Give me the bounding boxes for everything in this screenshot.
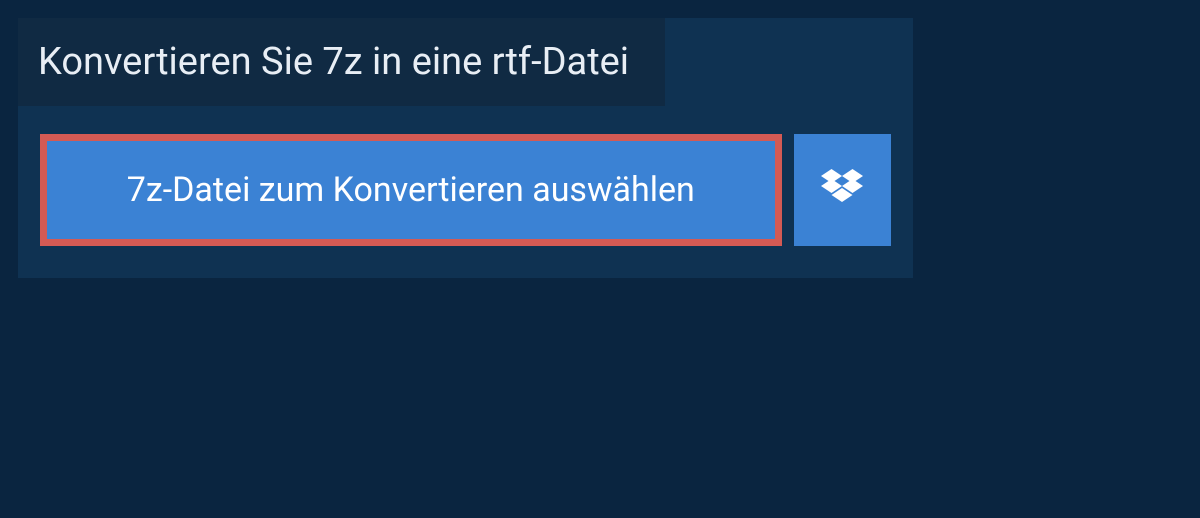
page-title: Konvertieren Sie 7z in eine rtf-Datei bbox=[38, 40, 629, 84]
title-bar: Konvertieren Sie 7z in eine rtf-Datei bbox=[18, 18, 665, 106]
dropbox-button[interactable] bbox=[794, 134, 891, 246]
dropbox-icon bbox=[821, 169, 863, 211]
converter-panel: Konvertieren Sie 7z in eine rtf-Datei 7z… bbox=[18, 18, 913, 278]
select-file-label: 7z-Datei zum Konvertieren auswählen bbox=[127, 170, 695, 210]
select-file-button[interactable]: 7z-Datei zum Konvertieren auswählen bbox=[40, 134, 782, 246]
button-row: 7z-Datei zum Konvertieren auswählen bbox=[18, 106, 913, 246]
